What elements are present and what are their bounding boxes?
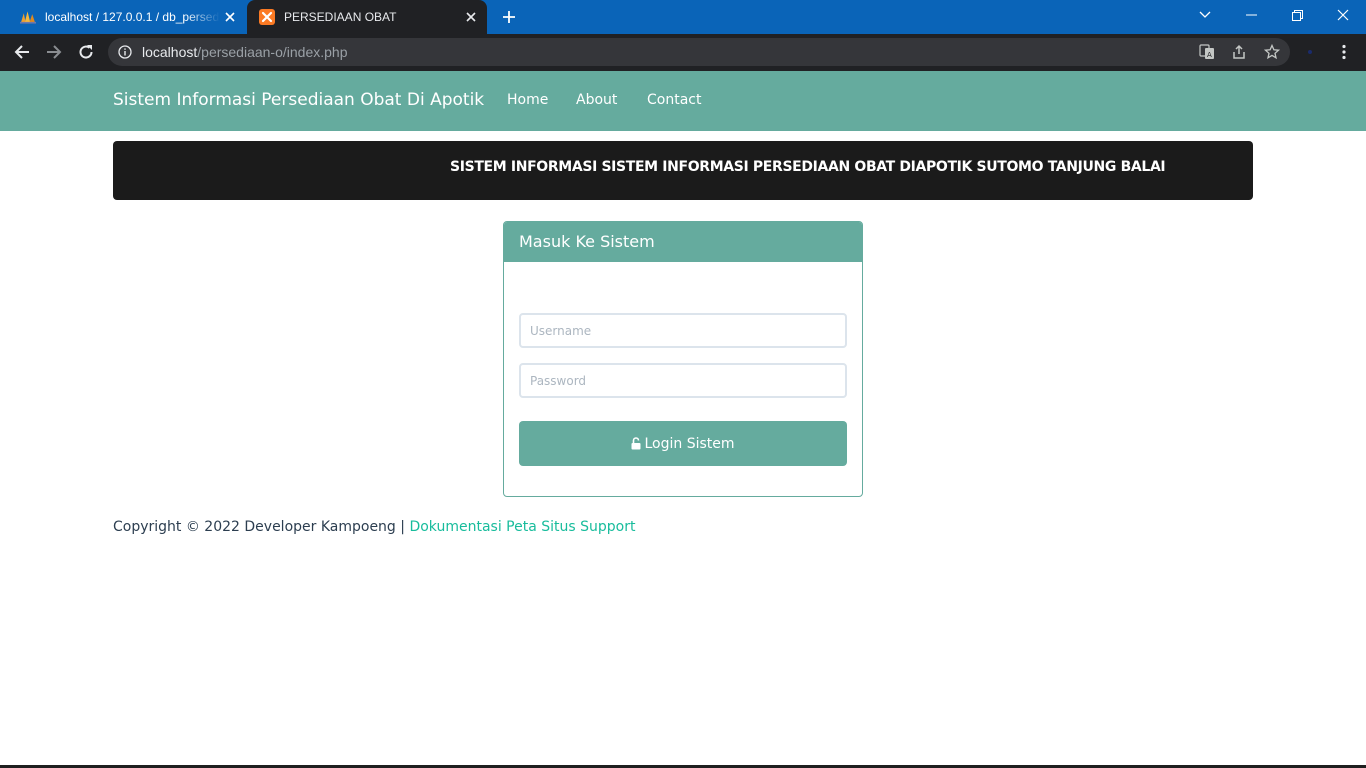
xampp-icon xyxy=(259,9,275,25)
tab-title: PERSEDIAAN OBAT xyxy=(284,10,397,24)
username-input[interactable] xyxy=(519,313,847,348)
close-tab-icon[interactable] xyxy=(220,7,240,27)
reload-icon[interactable] xyxy=(72,38,100,66)
footer-copyright: Copyright © 2022 Developer Kampoeng | xyxy=(113,519,410,535)
share-icon[interactable] xyxy=(1230,43,1248,61)
browser-tab-phpmyadmin[interactable]: localhost / 127.0.0.1 / db_persediaan_ob… xyxy=(8,0,246,34)
banner-title: SISTEM INFORMASI SISTEM INFORMASI PERSED… xyxy=(450,159,1166,175)
back-arrow-icon[interactable] xyxy=(8,38,36,66)
login-panel-header: Masuk Ke Sistem xyxy=(504,222,862,262)
login-panel: Masuk Ke Sistem Login Sistem xyxy=(503,221,863,497)
address-bar[interactable]: localhost/persediaan-o/index.php A xyxy=(108,38,1290,66)
close-tab-icon[interactable] xyxy=(461,7,481,27)
svg-text:A: A xyxy=(1207,51,1212,59)
browser-toolbar: localhost/persediaan-o/index.php A xyxy=(0,34,1366,71)
nav-link-about[interactable]: About xyxy=(576,92,617,108)
site-navbar: Sistem Informasi Persediaan Obat Di Apot… xyxy=(0,71,1366,131)
site-info-icon[interactable] xyxy=(117,44,133,60)
browser-tab-strip: localhost / 127.0.0.1 / db_persediaan_ob… xyxy=(0,0,1366,34)
login-button-label: Login Sistem xyxy=(644,435,735,452)
tab-search-chevron-icon[interactable] xyxy=(1182,0,1228,30)
nav-link-contact[interactable]: Contact xyxy=(647,92,701,108)
password-input[interactable] xyxy=(519,363,847,398)
restore-window-icon[interactable] xyxy=(1274,0,1320,30)
bookmark-star-icon[interactable] xyxy=(1263,43,1281,61)
navbar-brand[interactable]: Sistem Informasi Persediaan Obat Di Apot… xyxy=(113,90,484,110)
unlock-icon xyxy=(631,437,641,450)
login-button[interactable]: Login Sistem xyxy=(519,421,847,466)
footer: Copyright © 2022 Developer Kampoeng | Do… xyxy=(113,519,635,535)
footer-link[interactable]: Dokumentasi Peta Situs Support xyxy=(409,519,635,535)
phpmyadmin-icon xyxy=(20,9,36,25)
translate-icon[interactable]: A xyxy=(1198,43,1216,61)
close-window-icon[interactable] xyxy=(1320,0,1366,30)
profile-avatar-icon[interactable] xyxy=(1296,38,1324,66)
login-panel-title: Masuk Ke Sistem xyxy=(519,232,655,251)
browser-menu-icon[interactable] xyxy=(1330,38,1358,66)
minimize-icon[interactable] xyxy=(1228,0,1274,30)
new-tab-plus-icon[interactable] xyxy=(497,5,521,29)
forward-arrow-icon[interactable] xyxy=(40,38,68,66)
browser-tab-persediaan-obat[interactable]: PERSEDIAAN OBAT xyxy=(247,0,487,34)
url-text: localhost/persediaan-o/index.php xyxy=(142,44,348,60)
header-banner: SISTEM INFORMASI SISTEM INFORMASI PERSED… xyxy=(113,141,1253,200)
tab-title: localhost / 127.0.0.1 / db_persediaan_ob… xyxy=(45,10,220,24)
nav-link-home[interactable]: Home xyxy=(507,92,548,108)
